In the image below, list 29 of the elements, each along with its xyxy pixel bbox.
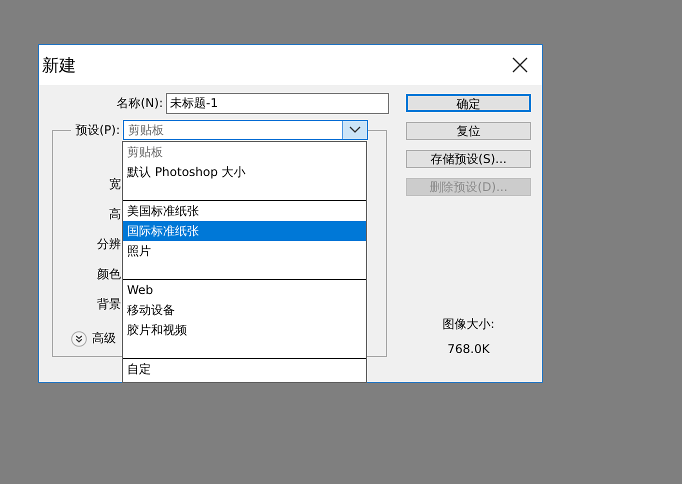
dropdown-option[interactable]: 自定 bbox=[123, 359, 366, 379]
close-icon bbox=[512, 57, 528, 73]
chevron-down-icon bbox=[349, 126, 361, 134]
dropdown-option[interactable]: 国际标准纸张 bbox=[123, 221, 366, 241]
dropdown-option[interactable]: 胶片和视频 bbox=[123, 320, 366, 340]
dropdown-option[interactable]: 美国标准纸张 bbox=[123, 201, 366, 221]
advanced-label: 高级 bbox=[92, 330, 116, 347]
image-size-value: 768.0K bbox=[447, 342, 490, 356]
expand-chevron-icon[interactable] bbox=[71, 330, 87, 346]
name-label: 名称(N): bbox=[116, 95, 163, 112]
name-input-field[interactable]: 未标题-1 bbox=[166, 93, 389, 114]
dropdown-option[interactable]: Web bbox=[123, 280, 366, 300]
dropdown-option[interactable]: 默认 Photoshop 大小 bbox=[123, 162, 366, 182]
preset-dropdown[interactable]: 剪贴板 bbox=[123, 120, 368, 140]
preset-label: 预设(P): bbox=[74, 122, 120, 138]
field-label: 颜色 bbox=[97, 266, 121, 282]
field-label: 高 bbox=[109, 206, 121, 222]
dropdown-option[interactable]: 移动设备 bbox=[123, 300, 366, 320]
window-title: 新建 bbox=[42, 54, 76, 76]
dropdown-option[interactable]: 剪贴板 bbox=[123, 142, 366, 162]
dropdown-option[interactable]: 照片 bbox=[123, 241, 366, 261]
dialog-button[interactable]: 确定 bbox=[406, 94, 531, 112]
image-size-label: 图像大小: bbox=[442, 316, 495, 333]
dropdown-arrow-button[interactable] bbox=[342, 121, 367, 139]
field-label: 分辨 bbox=[97, 236, 121, 252]
dialog-button[interactable]: 复位 bbox=[406, 122, 531, 140]
field-label: 背景 bbox=[97, 296, 121, 312]
field-label: 宽 bbox=[109, 176, 121, 192]
dialog-button[interactable]: 存储预设(S)... bbox=[406, 150, 531, 168]
